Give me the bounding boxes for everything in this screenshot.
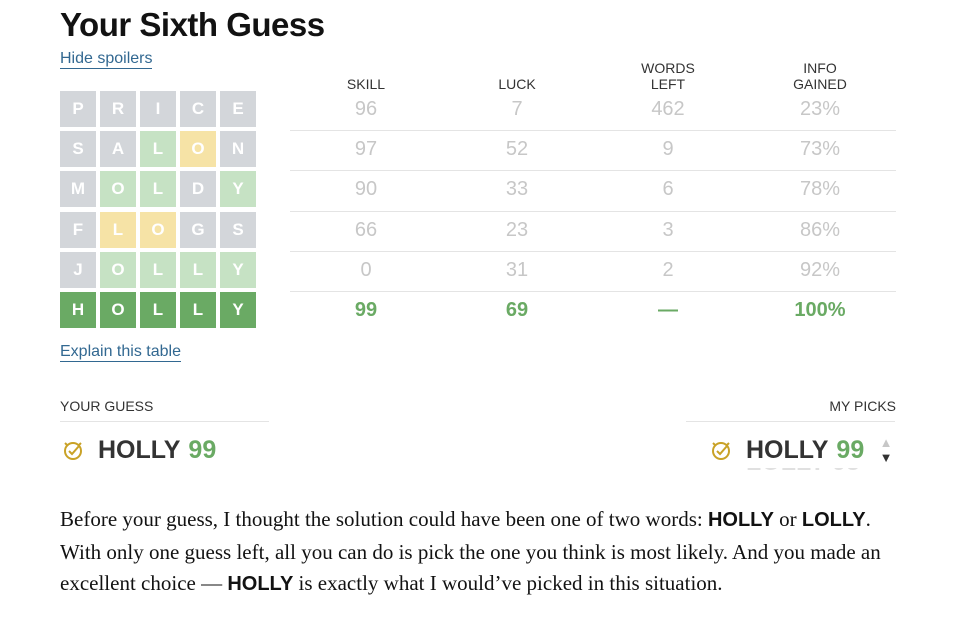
letter-tile: S	[220, 211, 256, 248]
guess-row: FLOGS	[60, 211, 260, 248]
luck-header: LUCK	[498, 76, 536, 92]
guess-row: HOLLY	[60, 291, 260, 328]
page-title: Your Sixth Guess	[60, 6, 325, 43]
letter-tile: M	[60, 171, 96, 208]
letter-tile: Y	[220, 291, 256, 328]
check-circle-icon	[712, 441, 730, 460]
skill-cell: 90	[354, 178, 378, 201]
letter-tile: L	[100, 211, 136, 248]
info-gained-cell: 92%	[799, 258, 841, 281]
info-gained-cell: 78%	[799, 178, 841, 201]
words-left-cell: 2	[662, 258, 674, 281]
letter-tile: A	[100, 131, 136, 168]
letter-tile: H	[60, 291, 96, 328]
next-pick-peek: LOLLY 95	[746, 468, 874, 476]
letter-tile: F	[60, 211, 96, 248]
guess-row: PRICE	[60, 91, 260, 127]
letter-tile: L	[140, 171, 176, 208]
table-row: 97 52 9 73%	[290, 131, 896, 172]
luck-cell: 23	[505, 218, 529, 241]
letter-tile: Y	[220, 171, 256, 208]
letter-tile: P	[60, 91, 96, 127]
skill-cell: 0	[360, 258, 372, 281]
info-gained-cell: 86%	[799, 218, 841, 241]
table-row: 66 23 3 86%	[290, 212, 896, 252]
my-pick-score: 99	[836, 436, 865, 464]
words-left-cell: —	[658, 298, 678, 321]
letter-tile: O	[180, 131, 216, 168]
words-left-cell: 9	[662, 138, 674, 161]
words-left-header: WORDS LEFT	[641, 60, 695, 92]
my-pick-result[interactable]: HOLLY 99	[710, 436, 864, 465]
letter-tile: L	[140, 251, 176, 288]
divider	[60, 421, 269, 422]
your-guess-result: HOLLY 99	[62, 436, 216, 465]
divider	[686, 421, 895, 422]
info-gained-header: INFO GAINED	[793, 60, 847, 92]
table-row: 90 33 6 78%	[290, 171, 896, 212]
guess-row: SALON	[60, 131, 260, 168]
letter-tile: O	[100, 171, 136, 208]
letter-tile: O	[140, 211, 176, 248]
skill-cell: 99	[354, 298, 378, 321]
triangle-down-icon[interactable]: ▼	[879, 451, 893, 464]
luck-cell: 33	[505, 178, 529, 201]
skill-cell: 97	[354, 138, 378, 161]
table-row: 99 69 — 100%	[290, 292, 896, 332]
letter-tile: E	[220, 91, 256, 127]
info-gained-cell: 100%	[794, 298, 846, 321]
luck-cell: 52	[505, 138, 529, 161]
letter-tile: I	[140, 91, 176, 127]
skill-header: SKILL	[346, 76, 386, 92]
info-gained-cell: 73%	[799, 138, 841, 161]
my-pick-word: HOLLY	[746, 436, 829, 464]
guess-row: JOLLY	[60, 251, 260, 288]
letter-tile: O	[100, 251, 136, 288]
words-left-cell: 462	[651, 98, 685, 120]
letter-tile: D	[180, 171, 216, 208]
words-left-cell: 6	[662, 178, 674, 201]
words-left-cell: 3	[662, 218, 674, 241]
letter-tile: C	[180, 91, 216, 127]
skill-cell: 96	[354, 98, 378, 120]
letter-tile: L	[140, 131, 176, 168]
letter-tile: R	[100, 91, 136, 127]
letter-tile: L	[180, 251, 216, 288]
your-guess-label: YOUR GUESS	[60, 398, 154, 414]
table-row: 0 31 2 92%	[290, 252, 896, 292]
luck-cell: 31	[505, 258, 529, 281]
letter-tile: N	[220, 131, 256, 168]
stats-table: 96 7 462 23% 97 52 9 73% 90 33 6 78% 66 23 3 86% 0 31 2 92%…	[290, 91, 896, 332]
info-gained-cell: 23%	[799, 98, 841, 120]
hide-spoilers-link[interactable]: Hide spoilers	[60, 50, 153, 69]
check-circle-icon	[64, 441, 82, 460]
letter-tile: J	[60, 251, 96, 288]
guess-grid: PRICESALONMOLDYFLOGSJOLLYHOLLY	[60, 91, 260, 332]
explanation-paragraph: Before your guess, I thought the solutio…	[60, 507, 881, 595]
letter-tile: Y	[220, 251, 256, 288]
your-guess-score: 99	[188, 436, 217, 464]
letter-tile: O	[100, 291, 136, 328]
letter-tile: S	[60, 131, 96, 168]
letter-tile: L	[180, 291, 216, 328]
guess-row: MOLDY	[60, 171, 260, 208]
letter-tile: L	[140, 291, 176, 328]
luck-cell: 7	[511, 98, 523, 120]
your-guess-word: HOLLY	[98, 436, 181, 464]
explain-table-link[interactable]: Explain this table	[60, 343, 181, 362]
table-row: 96 7 462 23%	[290, 91, 896, 132]
luck-cell: 69	[505, 298, 529, 321]
my-picks-label: MY PICKS	[829, 398, 896, 414]
pick-scroller[interactable]: ▲ ▼	[879, 436, 893, 464]
triangle-up-icon[interactable]: ▲	[879, 436, 893, 449]
skill-cell: 66	[354, 218, 378, 241]
letter-tile: G	[180, 211, 216, 248]
